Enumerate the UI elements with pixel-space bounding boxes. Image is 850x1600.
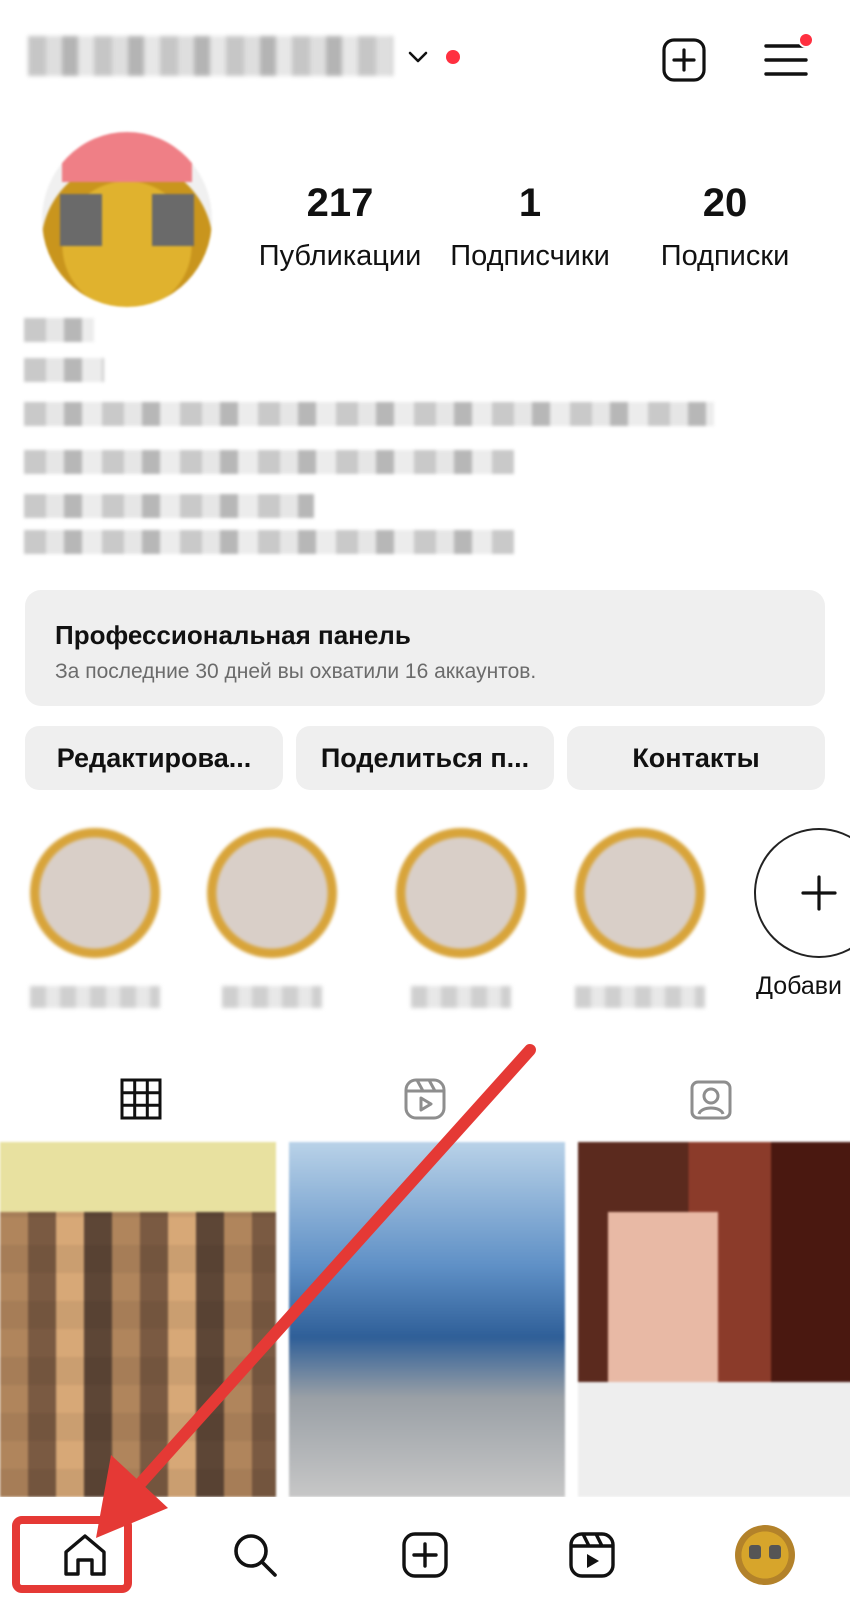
bio-line-blurred: [24, 450, 514, 474]
story-highlight[interactable]: [207, 828, 337, 958]
add-highlight-button[interactable]: [754, 828, 850, 958]
story-highlight[interactable]: [30, 828, 160, 958]
post-thumbnail[interactable]: [0, 1142, 276, 1497]
highlight-label-blurred: [222, 986, 322, 1008]
share-profile-button[interactable]: Поделиться п...: [296, 726, 554, 790]
add-highlight-label: Добави: [756, 972, 843, 1000]
pro-panel-title: Профессиональная панель: [55, 620, 411, 650]
highlight-label-blurred: [30, 986, 160, 1008]
create-icon[interactable]: [398, 1528, 452, 1582]
following-label: Подписки: [660, 240, 790, 272]
profile-avatar-nav[interactable]: [735, 1525, 795, 1585]
followers-stat[interactable]: 1 Подписчики: [440, 180, 620, 276]
reels-icon[interactable]: [402, 1076, 448, 1122]
contacts-button[interactable]: Контакты: [567, 726, 825, 790]
following-count: 20: [702, 181, 748, 225]
post-thumbnail[interactable]: [289, 1142, 565, 1497]
highlight-box: [12, 1516, 132, 1593]
posts-label: Публикации: [258, 240, 422, 272]
bio-line-blurred: [24, 402, 714, 426]
profile-header: [0, 0, 850, 120]
plus-square-icon[interactable]: [660, 36, 708, 84]
post-thumbnail[interactable]: [578, 1142, 850, 1497]
following-stat[interactable]: 20 Подписки: [635, 180, 815, 276]
reels-nav-icon[interactable]: [565, 1528, 619, 1582]
posts-stat[interactable]: 217 Публикации: [250, 180, 430, 276]
professional-dashboard[interactable]: Профессиональная панель За последние 30 …: [25, 590, 825, 706]
search-icon[interactable]: [228, 1528, 282, 1582]
grid-icon[interactable]: [118, 1076, 164, 1122]
bio-name-blurred: [24, 318, 94, 342]
highlight-label-blurred: [575, 986, 705, 1008]
username-blurred[interactable]: [28, 36, 393, 76]
posts-count: 217: [306, 181, 374, 225]
notification-dot: [446, 50, 460, 64]
bio-line-blurred: [24, 530, 514, 554]
profile-avatar[interactable]: [42, 132, 212, 307]
story-highlight[interactable]: [575, 828, 705, 958]
bio-line-blurred: [24, 494, 314, 518]
chevron-down-icon[interactable]: [405, 44, 431, 70]
tagged-icon[interactable]: [688, 1076, 734, 1122]
pro-panel-subtitle: За последние 30 дней вы охватили 16 акка…: [55, 660, 537, 683]
plus-icon: [801, 875, 837, 911]
hamburger-menu-button[interactable]: [762, 32, 814, 84]
menu-notification-dot: [798, 32, 814, 48]
followers-label: Подписчики: [450, 240, 610, 272]
followers-count: 1: [518, 181, 542, 225]
highlight-label-blurred: [411, 986, 511, 1008]
edit-profile-button[interactable]: Редактирова...: [25, 726, 283, 790]
story-highlight[interactable]: [396, 828, 526, 958]
bio-line-blurred: [24, 358, 104, 382]
